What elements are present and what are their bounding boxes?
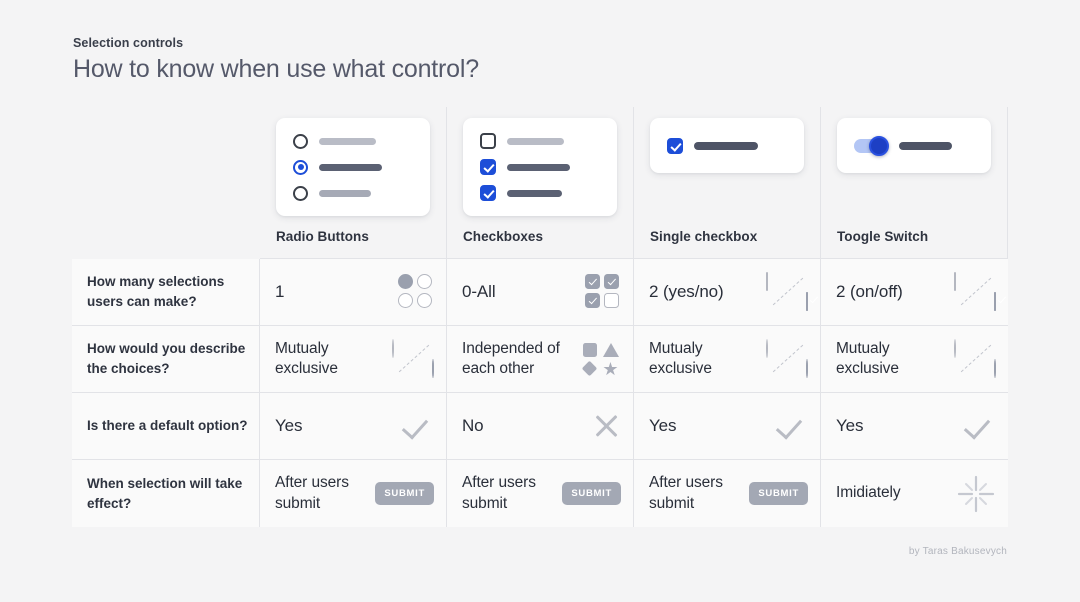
- column-header-radio-buttons: Radio Buttons: [260, 107, 447, 259]
- placeholder-bar: [319, 163, 382, 171]
- cell-value: Independed of each other: [462, 339, 560, 377]
- table-cell-r0c4: 2 (on/off): [821, 259, 1008, 326]
- check-icon: [966, 414, 996, 438]
- radio-unchecked-icon[interactable]: [293, 185, 308, 201]
- radio-checked-icon[interactable]: [293, 159, 308, 175]
- toggle-option[interactable]: [854, 133, 974, 159]
- submit-button[interactable]: SUBMIT: [562, 482, 621, 505]
- comparison-table: Radio Buttons Checkboxes Single checkbox…: [72, 107, 1008, 527]
- row-header-default-option: Is there a default option?: [72, 393, 260, 460]
- radio-pair-diagonal-icon: [392, 339, 434, 379]
- placeholder-bar: [507, 137, 564, 145]
- cell-value: Mutualy exclusive: [649, 339, 712, 377]
- check-icon: [778, 414, 808, 438]
- row-header-take-effect: When selection will take effect?: [72, 460, 260, 527]
- question-text: Is there a default option?: [87, 418, 248, 434]
- radio-option-2[interactable]: [293, 154, 413, 180]
- radio-grid-icon: [398, 274, 434, 310]
- radio-option-3[interactable]: [293, 180, 413, 206]
- close-icon: [593, 412, 621, 440]
- checkbox-checked-icon[interactable]: [667, 137, 683, 154]
- cell-value: Yes: [275, 415, 303, 435]
- column-label-toggle-switch: Toogle Switch: [837, 229, 929, 244]
- cell-value: After users submit: [649, 474, 723, 512]
- table-cell-r3c4: Imidiately: [821, 460, 1008, 527]
- column-header-single-checkbox: Single checkbox: [634, 107, 821, 259]
- table-cell-r3c2: After users submit SUBMIT: [447, 460, 634, 527]
- cell-value: 2 (yes/no): [649, 281, 724, 301]
- table-cell-r1c2: Independed of each other ★: [447, 326, 634, 393]
- checkbox-grid-icon: [585, 274, 621, 310]
- infographic-page: Selection controls How to know when use …: [0, 0, 1080, 602]
- cell-value: After users submit: [462, 474, 536, 512]
- single-checkbox-preview-card: [650, 118, 804, 173]
- radio-pair-diagonal-icon: [954, 339, 996, 379]
- table-cell-r1c1: Mutualy exclusive: [260, 326, 447, 393]
- cell-value: 1: [275, 281, 285, 301]
- table-cell-r3c1: After users submit SUBMIT: [260, 460, 447, 527]
- checkbox-checked-icon[interactable]: [480, 185, 496, 201]
- cell-value: No: [462, 415, 484, 435]
- table-cell-r1c4: Mutualy exclusive: [821, 326, 1008, 393]
- radio-unchecked-icon[interactable]: [293, 133, 308, 149]
- table-cell-r0c2: 0-All: [447, 259, 634, 326]
- checkbox-option-3[interactable]: [480, 180, 600, 206]
- checkbox-unchecked-icon[interactable]: [480, 133, 496, 149]
- single-checkbox-option[interactable]: [667, 133, 787, 159]
- toggle-knob[interactable]: [869, 136, 889, 156]
- column-header-checkboxes: Checkboxes: [447, 107, 634, 259]
- cell-value: Yes: [836, 415, 864, 435]
- radio-option-1[interactable]: [293, 128, 413, 154]
- table-corner-blank: [72, 107, 260, 259]
- column-label-radio-buttons: Radio Buttons: [276, 229, 369, 244]
- checkbox-checked-icon[interactable]: [480, 159, 496, 175]
- cell-value: Mutualy exclusive: [836, 339, 899, 377]
- checkboxes-preview-card: [463, 118, 617, 216]
- cell-value: After users submit: [275, 474, 349, 512]
- toggle-switch-on-icon[interactable]: [854, 136, 889, 156]
- checkbox-option-1[interactable]: [480, 128, 600, 154]
- checkbox-pair-diagonal-icon: [766, 272, 808, 312]
- placeholder-bar: [319, 137, 376, 145]
- row-header-describe-choices: How would you describe the choices?: [72, 326, 260, 393]
- placeholder-bar: [319, 189, 371, 197]
- column-label-checkboxes: Checkboxes: [463, 229, 544, 244]
- row-header-selections-count: How many selections users can make?: [72, 259, 260, 326]
- column-header-toggle-switch: Toogle Switch: [821, 107, 1008, 259]
- radio-buttons-preview-card: [276, 118, 430, 216]
- table-cell-r2c1: Yes: [260, 393, 447, 460]
- table-cell-r1c3: Mutualy exclusive: [634, 326, 821, 393]
- submit-button[interactable]: SUBMIT: [749, 482, 808, 505]
- cell-value: 2 (on/off): [836, 281, 903, 301]
- check-icon: [404, 414, 434, 438]
- table-cell-r2c3: Yes: [634, 393, 821, 460]
- radio-pair-diagonal-icon: [766, 339, 808, 379]
- cell-value: Mutualy exclusive: [275, 339, 338, 377]
- question-text: How many selections users can make?: [87, 274, 225, 309]
- table-cell-r3c3: After users submit SUBMIT: [634, 460, 821, 527]
- checkbox-pair-diagonal-icon: [954, 272, 996, 312]
- placeholder-bar: [899, 141, 952, 150]
- checkbox-option-2[interactable]: [480, 154, 600, 180]
- eyebrow-label: Selection controls: [73, 36, 184, 50]
- burst-icon: [956, 474, 996, 514]
- table-cell-r2c4: Yes: [821, 393, 1008, 460]
- placeholder-bar: [507, 189, 562, 197]
- page-title: How to know when use what control?: [73, 55, 479, 83]
- cell-value: Imidiately: [836, 484, 901, 502]
- cell-value: 0-All: [462, 281, 496, 301]
- placeholder-bar: [694, 141, 758, 150]
- shapes-icon: ★: [579, 340, 621, 378]
- cell-value: Yes: [649, 415, 677, 435]
- author-credit: by Taras Bakusevych: [908, 546, 1007, 557]
- question-text: When selection will take effect?: [87, 475, 243, 511]
- column-label-single-checkbox: Single checkbox: [650, 229, 758, 244]
- table-cell-r0c1: 1: [260, 259, 447, 326]
- table-cell-r2c2: No: [447, 393, 634, 460]
- placeholder-bar: [507, 163, 570, 171]
- table-cell-r0c3: 2 (yes/no): [634, 259, 821, 326]
- toggle-switch-preview-card: [837, 118, 991, 173]
- submit-button[interactable]: SUBMIT: [375, 482, 434, 505]
- question-text: How would you describe the choices?: [87, 341, 246, 376]
